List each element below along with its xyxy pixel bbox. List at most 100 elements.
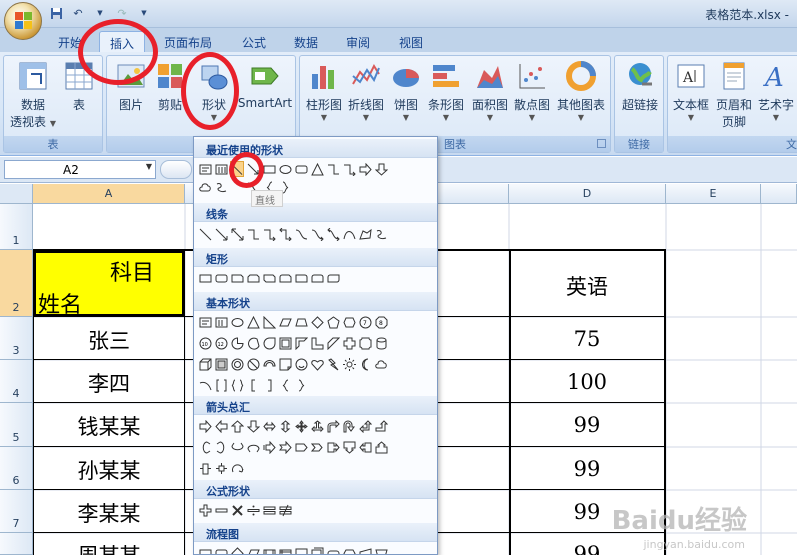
flowchart-terminator-icon[interactable] — [326, 545, 340, 554]
left-right-arrow-icon[interactable] — [262, 418, 276, 434]
flowchart-manual-input-icon[interactable] — [358, 545, 372, 554]
name-box[interactable]: A2 ▼ — [4, 160, 156, 179]
snip-diagonal-rect-icon[interactable] — [262, 270, 276, 286]
column-header-f[interactable] — [761, 184, 797, 204]
sun-icon[interactable] — [342, 356, 356, 372]
not-equal-sign-icon[interactable] — [278, 502, 292, 518]
save-icon[interactable] — [48, 5, 64, 21]
down-arrow-shape-icon[interactable] — [374, 161, 388, 177]
right-block-arrow-icon[interactable] — [198, 418, 212, 434]
right-arrow-callout-icon[interactable] — [326, 439, 340, 455]
formula-expand-button[interactable] — [160, 160, 192, 179]
textbox-button[interactable]: A 文本框 ▼ — [670, 60, 712, 122]
lightning-bolt-icon[interactable] — [326, 356, 340, 372]
oval-shape-icon[interactable] — [278, 161, 292, 177]
divide-sign-icon[interactable] — [246, 502, 260, 518]
double-brace-icon[interactable] — [230, 377, 244, 393]
l-shape-icon[interactable] — [310, 335, 324, 351]
round-diagonal-rect-icon[interactable] — [326, 270, 340, 286]
rectangle-shape-icon[interactable] — [262, 161, 276, 177]
flowchart-alt-process-icon[interactable] — [214, 545, 228, 554]
left-right-arrow-callout-icon[interactable] — [198, 460, 212, 476]
down-arrow-callout-icon[interactable] — [342, 439, 356, 455]
freeform-icon[interactable] — [358, 226, 372, 242]
trapezoid-icon[interactable] — [294, 314, 308, 330]
triangle-shape-icon[interactable] — [310, 161, 324, 177]
right-brace-icon[interactable] — [294, 377, 308, 393]
octagon-icon[interactable]: 8 — [374, 314, 388, 330]
line-arrow-icon[interactable] — [214, 226, 228, 242]
elbow-double-arrow-icon[interactable] — [278, 226, 292, 242]
basic-oval-icon[interactable] — [230, 314, 244, 330]
curved-left-arrow-icon[interactable] — [214, 439, 228, 455]
line-chart-button[interactable]: 折线图 ▼ — [346, 60, 386, 122]
plaque-icon[interactable] — [358, 335, 372, 351]
office-button[interactable] — [4, 2, 42, 40]
elbow-line-icon[interactable] — [246, 226, 260, 242]
diagonal-stripe-icon[interactable] — [326, 335, 340, 351]
can-icon[interactable] — [374, 335, 388, 351]
cell-a5[interactable]: 钱某某 — [34, 411, 184, 441]
equal-sign-icon[interactable] — [262, 502, 276, 518]
round-single-rect-icon[interactable] — [294, 270, 308, 286]
tab-formulas[interactable]: 公式 — [232, 31, 276, 52]
tab-data[interactable]: 数据 — [284, 31, 328, 52]
cell-d8[interactable]: 99 — [510, 542, 664, 555]
double-bracket-icon[interactable] — [214, 377, 228, 393]
curved-double-arrow-icon[interactable] — [326, 226, 340, 242]
snip-same-side-rect-icon[interactable] — [246, 270, 260, 286]
up-block-arrow-icon[interactable] — [230, 418, 244, 434]
curved-down-arrow-icon[interactable] — [246, 439, 260, 455]
row-header-7[interactable]: 7 — [0, 490, 33, 533]
wordart-button[interactable]: A 艺术字 ▼ — [756, 60, 796, 122]
cell-d3[interactable]: 75 — [510, 327, 664, 351]
chord-icon[interactable] — [246, 335, 260, 351]
basic-textbox-icon[interactable] — [198, 314, 212, 330]
left-right-up-arrow-icon[interactable] — [310, 418, 324, 434]
pie-shape-icon[interactable] — [230, 335, 244, 351]
charts-dialog-launcher-icon[interactable] — [597, 139, 606, 148]
heptagon-icon[interactable]: 7 — [358, 314, 372, 330]
dodecagon-icon[interactable]: 12 — [214, 335, 228, 351]
cell-d5[interactable]: 99 — [510, 413, 664, 437]
basic-triangle-icon[interactable] — [246, 314, 260, 330]
tab-review[interactable]: 审阅 — [336, 31, 380, 52]
moon-icon[interactable] — [358, 356, 372, 372]
area-chart-button[interactable]: 面积图 ▼ — [470, 60, 510, 122]
flowchart-document-icon[interactable] — [294, 545, 308, 554]
cell-a6[interactable]: 孙某某 — [34, 455, 184, 485]
elbow-arrow-shape-icon[interactable] — [342, 161, 356, 177]
left-block-arrow-icon[interactable] — [214, 418, 228, 434]
up-down-arrow-icon[interactable] — [278, 418, 292, 434]
row-header-8[interactable] — [0, 533, 33, 555]
down-block-arrow-icon[interactable] — [246, 418, 260, 434]
elbow-connector-shape-icon[interactable] — [326, 161, 340, 177]
column-header-d[interactable]: D — [509, 184, 666, 204]
decagon-icon[interactable]: 10 — [198, 335, 212, 351]
smartart-button[interactable]: SmartArt — [237, 60, 293, 110]
scribble-icon[interactable] — [374, 226, 388, 242]
flowchart-decision-icon[interactable] — [230, 545, 244, 554]
u-turn-arrow-icon[interactable] — [342, 418, 356, 434]
no-symbol-icon[interactable] — [246, 356, 260, 372]
cell-d6[interactable]: 99 — [510, 457, 664, 481]
frame-icon[interactable] — [278, 335, 292, 351]
rounded-rect-icon[interactable] — [214, 270, 228, 286]
cell-d4[interactable]: 100 — [510, 370, 664, 394]
line-icon[interactable] — [198, 226, 212, 242]
column-chart-button[interactable]: 柱形图 ▼ — [304, 60, 344, 122]
row-header-5[interactable]: 5 — [0, 403, 33, 447]
cloud-icon[interactable] — [374, 356, 388, 372]
flowchart-predefined-icon[interactable] — [262, 545, 276, 554]
pentagon-icon[interactable] — [326, 314, 340, 330]
row-header-3[interactable]: 3 — [0, 317, 33, 360]
other-charts-button[interactable]: 其他图表 ▼ — [554, 60, 608, 122]
tab-view[interactable]: 视图 — [389, 31, 433, 52]
plus-sign-icon[interactable] — [198, 502, 212, 518]
textbox-shape-icon[interactable] — [198, 161, 212, 177]
curved-arrow-icon[interactable] — [310, 226, 324, 242]
curved-line-icon[interactable] — [294, 226, 308, 242]
cell-a3[interactable]: 张三 — [34, 325, 184, 355]
tab-page-layout[interactable]: 页面布局 — [154, 31, 222, 52]
bar-chart-button[interactable]: 条形图 ▼ — [426, 60, 466, 122]
